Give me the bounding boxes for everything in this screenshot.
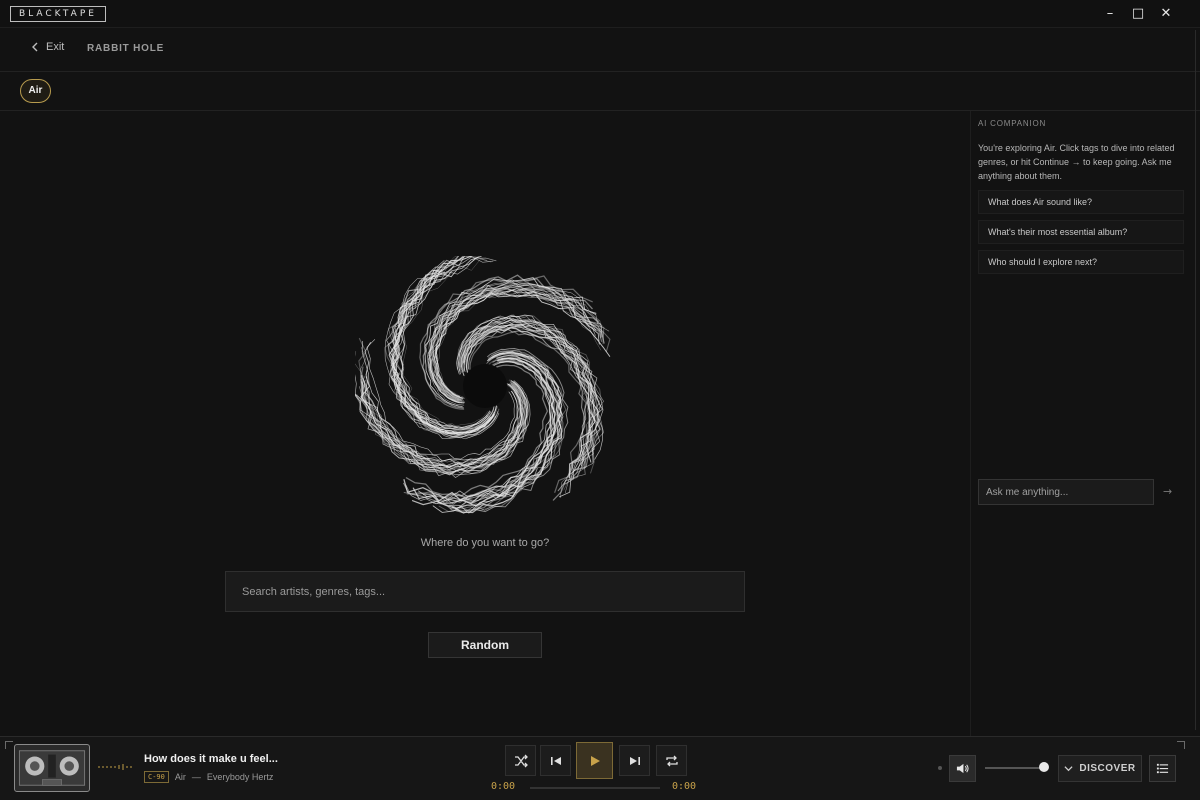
send-arrow-icon[interactable]: → bbox=[1163, 485, 1172, 498]
tag-chip-air[interactable]: Air bbox=[20, 79, 51, 103]
random-button[interactable]: Random bbox=[428, 632, 542, 658]
track-meta: C-90 Air — Everybody Hertz bbox=[144, 771, 273, 783]
format-badge: C-90 bbox=[144, 771, 169, 783]
vortex-visual bbox=[355, 256, 611, 514]
separator: — bbox=[191, 772, 201, 782]
discover-label: DISCOVER bbox=[1079, 763, 1136, 774]
title-bar: BLACKTAPE – □ ✕ bbox=[0, 0, 1200, 28]
exit-label: Exit bbox=[46, 41, 65, 53]
repeat-icon bbox=[665, 755, 678, 766]
skip-previous-icon bbox=[550, 756, 561, 765]
waveform-icon bbox=[98, 764, 132, 770]
companion-intro: You're exploring Air. Click tags to dive… bbox=[978, 143, 1175, 181]
repeat-button[interactable] bbox=[656, 745, 687, 776]
player-bar: How does it make u feel... C-90 Air — Ev… bbox=[0, 736, 1200, 800]
chevron-left-icon bbox=[32, 42, 38, 52]
next-button[interactable] bbox=[619, 745, 650, 776]
corner-bracket bbox=[1177, 741, 1185, 749]
page-title: RABBIT HOLE bbox=[87, 43, 165, 54]
track-title: How does it make u feel... bbox=[144, 753, 278, 765]
play-icon bbox=[590, 755, 600, 766]
minimize-button[interactable]: – bbox=[1096, 4, 1124, 24]
maximize-button[interactable]: □ bbox=[1124, 4, 1152, 24]
discover-button[interactable]: DISCOVER bbox=[1058, 755, 1142, 782]
tag-bar: Air bbox=[0, 72, 1200, 111]
scrollbar[interactable] bbox=[1188, 30, 1196, 730]
prompt-text: Where do you want to go? bbox=[420, 537, 550, 549]
close-button[interactable]: ✕ bbox=[1152, 4, 1180, 24]
corner-bracket bbox=[5, 741, 13, 749]
shuffle-icon bbox=[514, 754, 528, 767]
chevron-down-icon bbox=[1064, 766, 1073, 772]
app-logo: BLACKTAPE bbox=[10, 6, 106, 22]
time-total: 0:00 bbox=[672, 781, 697, 792]
companion-header: AI COMPANION bbox=[978, 119, 1047, 128]
queue-button[interactable] bbox=[1149, 755, 1176, 782]
play-button[interactable] bbox=[576, 742, 613, 779]
suggestion-button[interactable]: Who should I explore next? bbox=[978, 250, 1184, 274]
ask-input[interactable] bbox=[978, 479, 1154, 505]
shuffle-button[interactable] bbox=[505, 745, 536, 776]
exit-button[interactable]: Exit bbox=[30, 41, 64, 53]
volume-icon bbox=[956, 763, 969, 774]
suggestion-button[interactable]: What does Air sound like? bbox=[978, 190, 1184, 214]
volume-knob[interactable] bbox=[1039, 762, 1049, 772]
main-area: Where do you want to go? Random bbox=[0, 111, 970, 736]
progress-bar[interactable] bbox=[530, 787, 660, 789]
artist-link[interactable]: Air bbox=[175, 772, 186, 782]
nav-bar: Exit RABBIT HOLE bbox=[0, 28, 1200, 72]
album-link[interactable]: Everybody Hertz bbox=[207, 772, 274, 782]
time-elapsed: 0:00 bbox=[491, 781, 516, 792]
cassette-icon bbox=[14, 744, 90, 792]
suggestion-button[interactable]: What's their most essential album? bbox=[978, 220, 1184, 244]
volume-slider[interactable] bbox=[985, 767, 1045, 769]
previous-button[interactable] bbox=[540, 745, 571, 776]
skip-next-icon bbox=[629, 756, 640, 765]
list-icon bbox=[1156, 763, 1169, 774]
search-input[interactable] bbox=[225, 571, 745, 612]
volume-button[interactable] bbox=[949, 755, 976, 782]
status-dot bbox=[938, 766, 942, 770]
ai-companion-panel: AI COMPANION You're exploring Air. Click… bbox=[970, 111, 1200, 736]
